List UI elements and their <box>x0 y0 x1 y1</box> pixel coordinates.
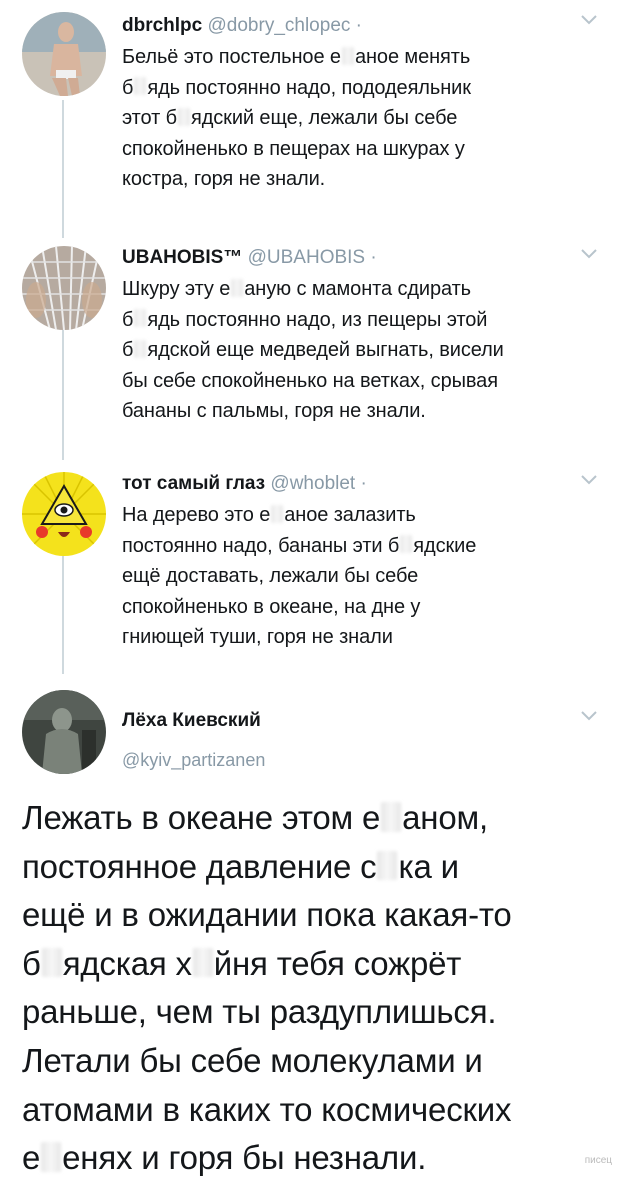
text-segment: постоянное давление с <box>22 847 377 885</box>
text-segment: костра, горя не знали. <box>122 168 326 190</box>
tweet-text: Шкуру эту е аную с мамонта сдирать б ядь п… <box>122 274 580 427</box>
text-segment: этот б <box>122 107 177 129</box>
avatar-dark-figure-icon <box>22 690 106 774</box>
text-segment: Лежать в океане этом е <box>22 799 381 836</box>
avatar-net-pattern-icon <box>22 246 106 330</box>
text-segment: аное залазить <box>284 504 416 526</box>
tweet[interactable]: тот самый глаз @whoblet · На дерево это … <box>0 462 620 672</box>
blur-censor <box>134 309 147 328</box>
text-segment: бананы с пальмы, горя не знали. <box>122 400 426 422</box>
blur-censor <box>377 850 398 881</box>
tweet-text: Бельё это постельное е аное менять б ядь п… <box>122 42 580 195</box>
tweet[interactable]: dbrchlpc @dobry_chlopec · Бельё это пост… <box>0 0 620 230</box>
text-segment: б <box>122 339 134 361</box>
tweet-header: тот самый глаз @whoblet · <box>122 472 580 496</box>
author-name[interactable]: тот самый глаз <box>122 473 265 494</box>
blur-censor <box>271 504 284 523</box>
blur-censor <box>134 77 147 96</box>
author-name[interactable]: UBAHOBIS™ <box>122 247 242 268</box>
blur-censor <box>400 535 413 554</box>
text-segment: б <box>122 76 134 99</box>
watermark: писец <box>584 1155 612 1166</box>
tweet-header: UBAHOBIS™ @UBAHOBIS · <box>122 246 580 270</box>
text-segment: йня тебя сожрёт <box>213 944 462 982</box>
text-segment: Летали бы себе молекулами и <box>22 1041 483 1079</box>
chevron-down-icon[interactable] <box>580 474 598 486</box>
tweet-header: dbrchlpc @dobry_chlopec · <box>122 14 580 38</box>
text-segment: е <box>22 1139 41 1177</box>
text-segment: раньше, чем ты раздуплишься. <box>22 993 497 1031</box>
author-name[interactable]: dbrchlpc <box>122 15 202 36</box>
text-segment: спокойненько в океане, на дне у <box>122 595 421 618</box>
text-segment: бы себе спокойненько на ветках, срывая <box>122 369 498 392</box>
author-name[interactable]: Лёха Киевский <box>122 710 265 732</box>
text-segment: На дерево это е <box>122 504 271 526</box>
text-segment: атомами в каких то космических <box>22 1090 512 1128</box>
text-segment: аном, <box>402 799 488 836</box>
author-handle[interactable]: @kyiv_partizanen <box>122 750 265 771</box>
blur-censor <box>41 947 62 978</box>
tweet-text: На дерево это е аное залазить постоянно н… <box>122 500 580 653</box>
text-segment: б <box>122 308 134 331</box>
text-segment: ещё и в ожидании пока какая-то <box>22 896 512 934</box>
text-segment: гниющей туши, горя не знали <box>122 626 393 648</box>
blur-censor <box>192 947 213 978</box>
blur-censor <box>231 278 244 297</box>
text-segment: Шкуру эту е <box>122 278 231 300</box>
text-segment: Бельё это постельное е <box>122 46 341 68</box>
author-handle[interactable]: @whoblet <box>270 473 355 494</box>
text-segment: ядские <box>413 534 477 557</box>
chevron-down-icon[interactable] <box>580 14 598 26</box>
tweet[interactable]: UBAHOBIS™ @UBAHOBIS · Шкуру эту е аную с … <box>0 236 620 456</box>
avatar-yellow-eye-icon <box>22 472 106 556</box>
text-segment: ядь постоянно надо, пододеяльник <box>147 76 471 99</box>
blur-censor <box>177 107 190 126</box>
avatar-photo-man-icon <box>22 12 106 96</box>
text-segment: ядский еще, лежали бы себе <box>190 107 458 129</box>
avatar[interactable] <box>22 246 106 330</box>
text-segment: аную с мамонта сдирать <box>244 278 471 300</box>
text-segment: б <box>22 944 41 982</box>
separator-dot: · <box>360 473 367 494</box>
avatar[interactable] <box>22 690 106 774</box>
text-segment: аное менять <box>354 46 471 68</box>
text-segment: ка и <box>398 847 459 885</box>
main-tweet[interactable]: Лёха Киевский @kyiv_partizanen Лежать в … <box>0 680 620 1176</box>
avatar[interactable] <box>22 12 106 96</box>
separator-dot: · <box>355 15 362 36</box>
main-tweet-text: Лежать в океане этом е аном, постоянное д… <box>22 794 600 1183</box>
blur-censor <box>134 339 147 358</box>
text-segment: енях и горя бы незнали. <box>62 1139 427 1177</box>
blur-censor <box>341 46 354 65</box>
author-handle[interactable]: @dobry_chlopec <box>208 15 351 36</box>
text-segment: ещё доставать, лежали бы себе <box>122 565 419 587</box>
text-segment: ядская х <box>62 944 192 982</box>
chevron-down-icon[interactable] <box>580 248 598 260</box>
text-segment: ядской еще медведей выгнать, висели <box>147 339 504 361</box>
chevron-down-icon[interactable] <box>580 710 598 722</box>
text-segment: спокойненько в пещерах на шкурах у <box>122 137 465 160</box>
separator-dot: · <box>370 247 377 268</box>
blur-censor <box>381 801 402 832</box>
text-segment: постоянно надо, бананы эти б <box>122 534 400 557</box>
avatar[interactable] <box>22 472 106 556</box>
blur-censor <box>41 1142 62 1172</box>
author-handle[interactable]: @UBAHOBIS <box>248 247 365 268</box>
text-segment: ядь постоянно надо, из пещеры этой <box>147 308 488 331</box>
